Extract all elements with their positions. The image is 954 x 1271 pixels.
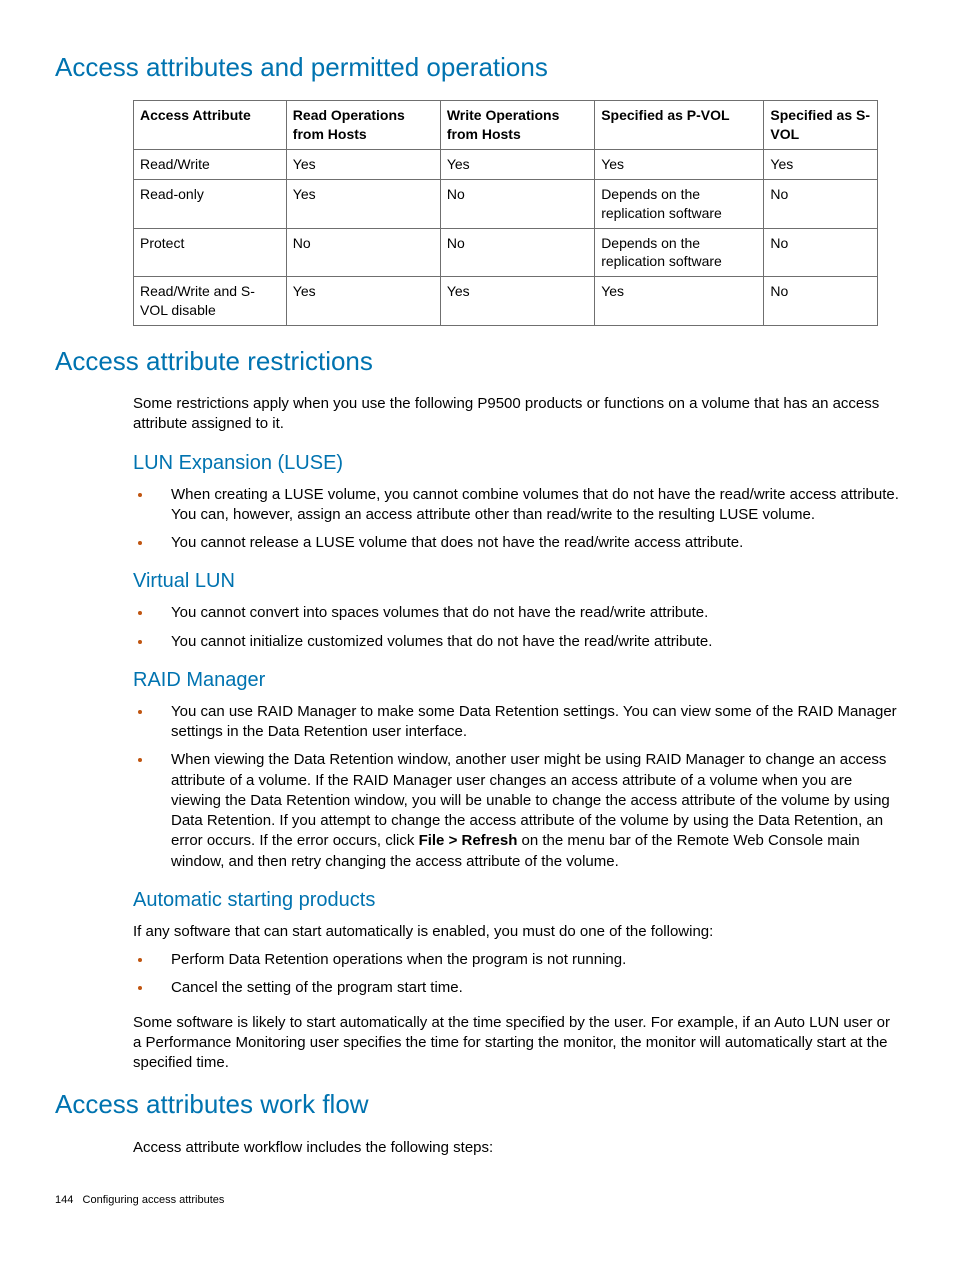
- cell: No: [440, 228, 594, 277]
- cell: Depends on the replication software: [595, 228, 764, 277]
- cell: Yes: [595, 277, 764, 326]
- th-pvol: Specified as P-VOL: [595, 101, 764, 150]
- list-item: Cancel the setting of the program start …: [153, 978, 899, 998]
- table-row: Read/Write and S-VOL disable Yes Yes Yes…: [134, 277, 878, 326]
- page-number: 144: [55, 1194, 73, 1206]
- cell: No: [286, 228, 440, 277]
- heading-auto-start: Automatic starting products: [133, 887, 899, 914]
- cell: No: [764, 228, 878, 277]
- heading-permitted-ops: Access attributes and permitted operatio…: [55, 50, 899, 85]
- heading-raid-manager: RAID Manager: [133, 667, 899, 694]
- auto-outro-text: Some software is likely to start automat…: [133, 1013, 899, 1074]
- file-refresh-label: File > Refresh: [419, 832, 518, 849]
- cell: Yes: [286, 179, 440, 228]
- cell: Yes: [440, 277, 594, 326]
- cell: Yes: [440, 149, 594, 179]
- cell: Yes: [764, 149, 878, 179]
- list-item: You cannot release a LUSE volume that do…: [153, 533, 899, 553]
- cell: Read/Write and S-VOL disable: [134, 277, 287, 326]
- vlun-list: You cannot convert into spaces volumes t…: [133, 603, 899, 652]
- cell: Yes: [286, 277, 440, 326]
- luse-list: When creating a LUSE volume, you cannot …: [133, 485, 899, 554]
- heading-virtual-lun: Virtual LUN: [133, 568, 899, 595]
- list-item: When viewing the Data Retention window, …: [153, 750, 899, 872]
- th-svol: Specified as S-VOL: [764, 101, 878, 150]
- th-write-ops: Write Operations from Hosts: [440, 101, 594, 150]
- list-item: You can use RAID Manager to make some Da…: [153, 702, 899, 743]
- cell: Read-only: [134, 179, 287, 228]
- workflow-intro-text: Access attribute workflow includes the f…: [133, 1138, 899, 1158]
- th-access-attribute: Access Attribute: [134, 101, 287, 150]
- cell: No: [764, 179, 878, 228]
- access-attributes-table: Access Attribute Read Operations from Ho…: [133, 100, 878, 326]
- heading-luse: LUN Expansion (LUSE): [133, 450, 899, 477]
- table-header-row: Access Attribute Read Operations from Ho…: [134, 101, 878, 150]
- auto-intro-text: If any software that can start automatic…: [133, 922, 899, 942]
- list-item: You cannot convert into spaces volumes t…: [153, 603, 899, 623]
- list-item: You cannot initialize customized volumes…: [153, 632, 899, 652]
- cell: No: [440, 179, 594, 228]
- table-row: Read/Write Yes Yes Yes Yes: [134, 149, 878, 179]
- cell: Protect: [134, 228, 287, 277]
- cell: Yes: [595, 149, 764, 179]
- footer-title: Configuring access attributes: [83, 1194, 225, 1206]
- th-read-ops: Read Operations from Hosts: [286, 101, 440, 150]
- list-item: When creating a LUSE volume, you cannot …: [153, 485, 899, 526]
- cell: Read/Write: [134, 149, 287, 179]
- auto-list: Perform Data Retention operations when t…: [133, 950, 899, 999]
- list-item: Perform Data Retention operations when t…: [153, 950, 899, 970]
- heading-restrictions: Access attribute restrictions: [55, 344, 899, 379]
- restrictions-intro-text: Some restrictions apply when you use the…: [133, 394, 899, 435]
- raid-list: You can use RAID Manager to make some Da…: [133, 702, 899, 872]
- heading-workflow: Access attributes work flow: [55, 1087, 899, 1122]
- cell: Depends on the replication software: [595, 179, 764, 228]
- cell: No: [764, 277, 878, 326]
- table-row: Protect No No Depends on the replication…: [134, 228, 878, 277]
- page-footer: 144 Configuring access attributes: [55, 1193, 899, 1208]
- cell: Yes: [286, 149, 440, 179]
- table-row: Read-only Yes No Depends on the replicat…: [134, 179, 878, 228]
